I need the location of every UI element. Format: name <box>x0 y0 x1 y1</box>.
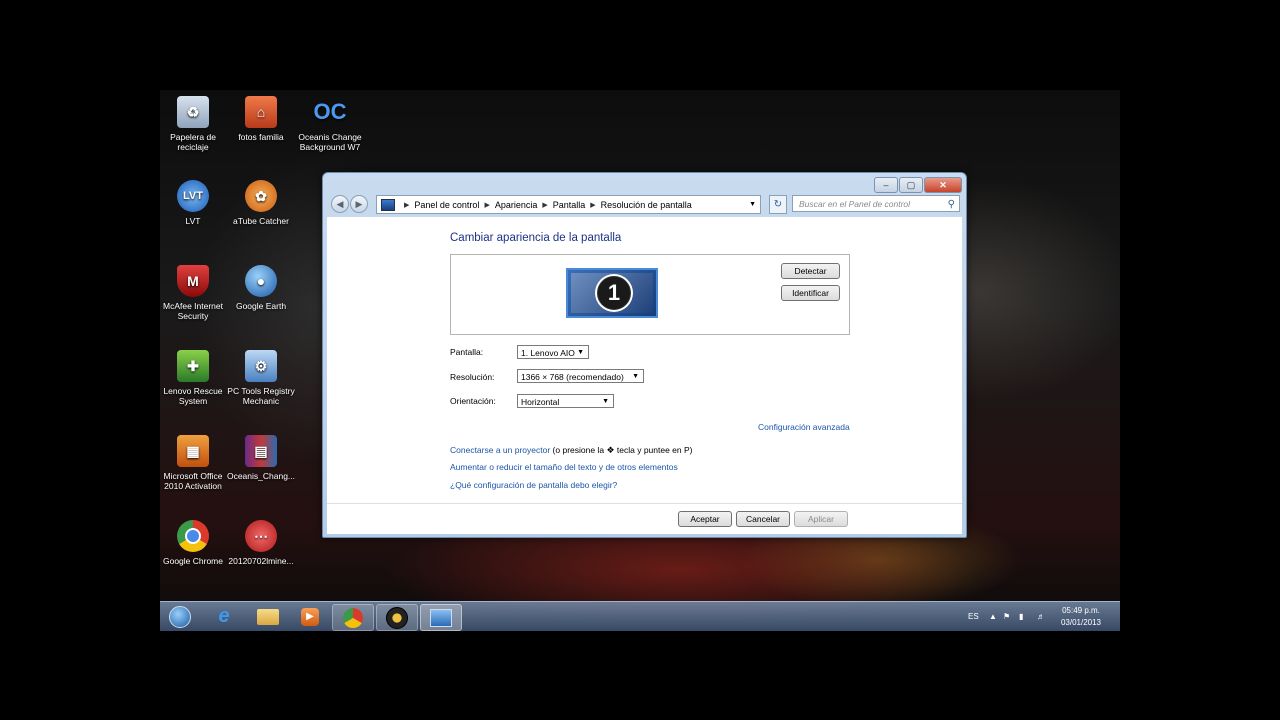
advanced-settings-link[interactable]: Configuración avanzada <box>758 422 850 432</box>
breadcrumb-panel-de-control[interactable]: Panel de control <box>414 200 479 210</box>
mcafee-icon: M <box>177 265 209 297</box>
chevron-down-icon[interactable]: ▼ <box>749 201 756 208</box>
connect-projector-link[interactable]: Conectarse a un proyector <box>450 445 550 455</box>
winrar-icon: ▤ <box>245 435 277 467</box>
desktop-icon-atube-catcher[interactable]: ✿ aTube Catcher <box>226 180 296 226</box>
network-icon[interactable]: ▮ <box>1019 602 1023 631</box>
lmine-icon: ⋯ <box>245 520 277 552</box>
search-placeholder: Buscar en el Panel de control <box>799 199 911 209</box>
monitor-number: 1 <box>597 276 631 310</box>
desktop-icon-oceanis-change[interactable]: OC Oceanis Change Background W7 <box>295 96 365 153</box>
office-activation-icon: ▦ <box>177 435 209 467</box>
start-orb-icon <box>169 605 191 628</box>
divider <box>327 503 962 504</box>
show-hidden-icons-icon[interactable]: ▲ <box>989 602 997 631</box>
desktop-icon-registry-mechanic[interactable]: ⚙ PC Tools Registry Mechanic <box>226 350 296 406</box>
cancel-button[interactable]: Cancelar <box>736 511 790 527</box>
registry-mechanic-icon: ⚙ <box>245 350 277 382</box>
monitor-preview-area: 1 Detectar Identificar <box>450 254 850 335</box>
recycle-bin-icon: ♻ <box>177 96 209 128</box>
desktop-icon-mcafee[interactable]: M McAfee Internet Security <box>160 265 228 321</box>
chevron-down-icon: ▼ <box>632 373 639 380</box>
desktop-icon-google-earth[interactable]: ● Google Earth <box>226 265 296 311</box>
atube-catcher-icon: ✿ <box>245 180 277 212</box>
content-pane: Cambiar apariencia de la pantalla 1 Dete… <box>327 217 962 534</box>
volume-icon[interactable]: ♬ <box>1037 602 1045 631</box>
screen-resolution-window: – ▢ ✕ ◀ ▶ ▶ Panel de control ▶ Aparienci… <box>322 172 967 538</box>
back-button[interactable]: ◀ <box>331 195 349 213</box>
breadcrumb-pantalla[interactable]: Pantalla <box>553 200 586 210</box>
desktop-icon-oceanis-rar[interactable]: ▤ Oceanis_Chang... <box>226 435 296 481</box>
orientation-select[interactable]: Horizontal ▼ <box>517 394 614 408</box>
lvt-icon: LVT <box>177 180 209 212</box>
refresh-icon: ↻ <box>773 199 783 210</box>
breadcrumb-separator-icon: ▶ <box>542 201 548 209</box>
music-player-icon <box>386 606 408 629</box>
apply-button[interactable]: Aplicar <box>794 511 848 527</box>
detect-button[interactable]: Detectar <box>781 263 840 279</box>
breadcrumb-apariencia[interactable]: Apariencia <box>495 200 538 210</box>
language-indicator[interactable]: ES <box>968 602 979 631</box>
control-panel-icon <box>381 198 395 211</box>
chevron-down-icon: ▼ <box>602 398 609 405</box>
refresh-button[interactable]: ↻ <box>769 195 787 214</box>
desktop-icon-lmine[interactable]: ⋯ 20120702lmine... <box>226 520 296 566</box>
start-button[interactable] <box>160 604 200 629</box>
chrome-icon <box>177 520 209 552</box>
orientation-label: Orientación: <box>450 396 496 406</box>
window-controls: – ▢ ✕ <box>874 177 962 193</box>
chrome-icon <box>343 607 363 628</box>
lenovo-rescue-icon: ✚ <box>177 350 209 382</box>
clock-date: 03/01/2013 <box>1060 618 1102 627</box>
media-player-icon: ▶ <box>301 607 319 626</box>
text-size-link[interactable]: Aumentar o reducir el tamaño del texto y… <box>450 462 678 472</box>
clock[interactable]: 05:49 p.m. 03/01/2013 <box>1058 602 1104 631</box>
taskbar-internet-explorer[interactable]: e <box>204 604 244 629</box>
desktop-icon-office-activation[interactable]: ▦ Microsoft Office 2010 Activation <box>160 435 228 491</box>
desktop-icon-recycle-bin[interactable]: ♻ Papelera de reciclaje <box>160 96 228 152</box>
breadcrumb-separator-icon: ▶ <box>484 201 490 209</box>
monitor-1-thumbnail[interactable]: 1 <box>566 268 658 318</box>
desktop-icon-lvt[interactable]: LVT LVT <box>160 180 228 226</box>
projector-line: Conectarse a un proyector (o presione la… <box>450 445 693 455</box>
action-center-flag-icon[interactable]: ⚑ <box>1003 602 1010 631</box>
desktop-icon-fotos-familia[interactable]: ⌂ fotos familia <box>226 96 296 142</box>
google-earth-icon: ● <box>245 265 277 297</box>
control-panel-icon <box>430 608 452 627</box>
taskbar-chrome[interactable] <box>332 604 374 631</box>
taskbar-media-player[interactable]: ▶ <box>290 604 330 629</box>
taskbar-control-panel[interactable] <box>420 604 462 631</box>
search-input[interactable]: Buscar en el Panel de control ⚲ <box>792 195 960 212</box>
chevron-down-icon: ▼ <box>577 349 584 356</box>
explorer-folder-icon <box>257 608 279 625</box>
identify-button[interactable]: Identificar <box>781 285 840 301</box>
resolution-label: Resolución: <box>450 372 495 382</box>
windows-logo-icon: ❖ <box>606 445 615 455</box>
taskbar-explorer[interactable] <box>248 604 288 629</box>
minimize-button[interactable]: – <box>874 177 898 193</box>
display-label: Pantalla: <box>450 347 484 357</box>
resolution-select[interactable]: 1366 × 768 (recomendado) ▼ <box>517 369 644 383</box>
oceanis-icon: OC <box>313 99 347 124</box>
display-select[interactable]: 1. Lenovo AIO ▼ <box>517 345 589 359</box>
breadcrumb-resolucion[interactable]: Resolución de pantalla <box>601 200 692 210</box>
breadcrumb-separator-icon: ▶ <box>404 201 410 209</box>
forward-button[interactable]: ▶ <box>350 195 368 213</box>
taskbar-music-player[interactable] <box>376 604 418 631</box>
ok-button[interactable]: Aceptar <box>678 511 732 527</box>
desktop-icon-lenovo-rescue[interactable]: ✚ Lenovo Rescue System <box>160 350 228 406</box>
desktop-icon-google-chrome[interactable]: Google Chrome <box>160 520 228 566</box>
taskbar: e ▶ ES ▲ ⚑ ▮ ♬ 05:49 p.m. 03/01/2013 <box>160 601 1120 631</box>
internet-explorer-icon: e <box>218 605 230 627</box>
search-icon[interactable]: ⚲ <box>948 196 955 213</box>
address-bar[interactable]: ▶ Panel de control ▶ Apariencia ▶ Pantal… <box>376 195 761 214</box>
maximize-button[interactable]: ▢ <box>899 177 923 193</box>
close-button[interactable]: ✕ <box>924 177 962 193</box>
clock-time: 05:49 p.m. <box>1062 606 1100 615</box>
folder-home-icon: ⌂ <box>245 96 277 128</box>
page-title: Cambiar apariencia de la pantalla <box>450 232 622 244</box>
breadcrumb-separator-icon: ▶ <box>590 201 596 209</box>
which-settings-link[interactable]: ¿Qué configuración de pantalla debo eleg… <box>450 480 617 490</box>
